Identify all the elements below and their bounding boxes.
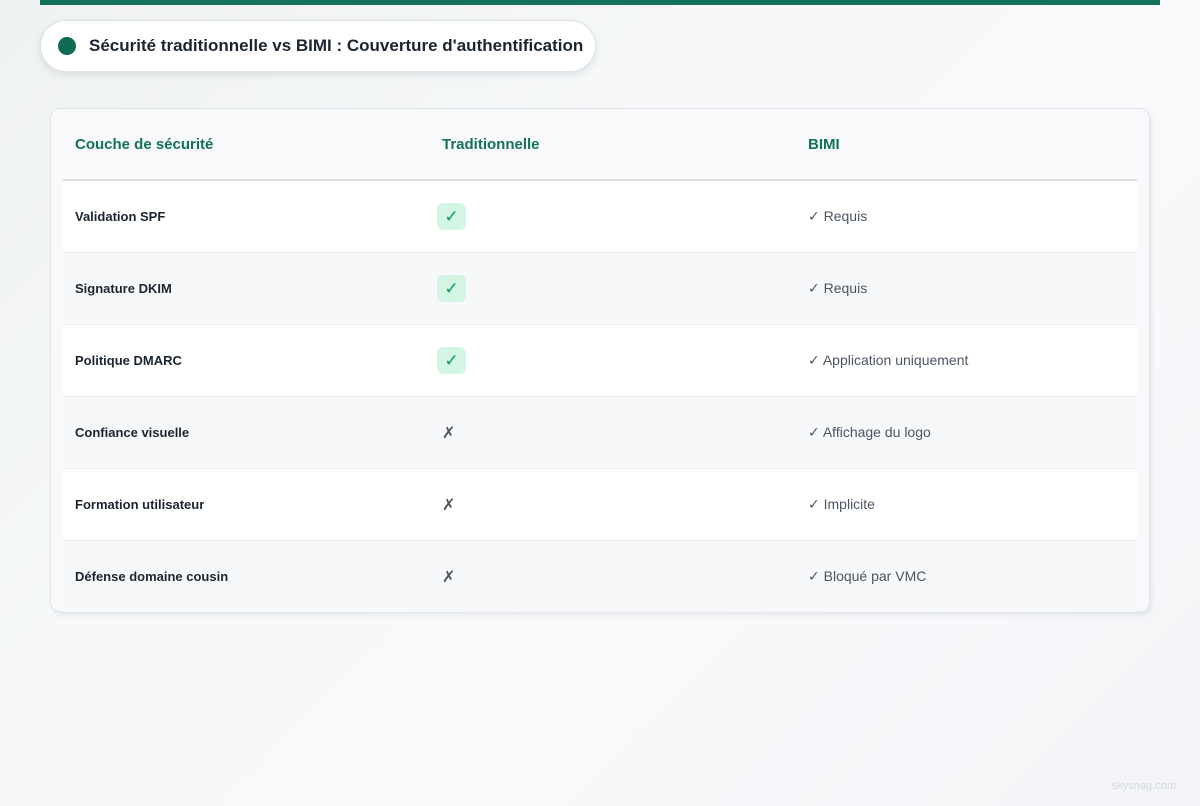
comparison-table: Couche de sécurité Traditionnelle BIMI V…: [50, 108, 1150, 612]
table-header-row: Couche de sécurité Traditionnelle BIMI: [63, 109, 1137, 181]
row-security-layer: Signature DKIM: [75, 281, 172, 296]
header-security-layer: Couche de sécurité: [75, 135, 214, 153]
row-bimi: ✓ Bloqué par VMC: [808, 568, 927, 584]
cross-icon: ✗: [442, 423, 456, 442]
status-dot-icon: [58, 37, 76, 55]
row-security-layer: Défense domaine cousin: [75, 569, 229, 584]
row-bimi: ✓ Application uniquement: [808, 352, 969, 368]
top-accent-bar: [40, 0, 1160, 5]
row-traditional: ✗: [430, 423, 797, 442]
row-security-layer: Formation utilisateur: [75, 497, 205, 512]
table-row: Confiance visuelle ✗ ✓ Affichage du logo: [63, 397, 1137, 469]
row-traditional: ✓: [430, 347, 797, 374]
watermark: skysnag.com: [1111, 780, 1176, 792]
table-row: Défense domaine cousin ✗ ✓ Bloqué par VM…: [63, 541, 1137, 612]
row-security-layer: Validation SPF: [75, 209, 166, 224]
row-traditional: ✗: [430, 495, 797, 514]
table-row: Signature DKIM ✓ ✓ Requis: [63, 253, 1137, 325]
cross-icon: ✗: [442, 567, 456, 586]
row-traditional: ✗: [430, 567, 797, 586]
check-icon: ✓: [437, 203, 466, 230]
row-bimi: ✓ Affichage du logo: [808, 424, 931, 440]
check-icon: ✓: [437, 275, 466, 302]
title-pill: Sécurité traditionnelle vs BIMI : Couver…: [40, 20, 596, 72]
row-traditional: ✓: [430, 203, 797, 230]
row-security-layer: Confiance visuelle: [75, 425, 190, 440]
table-row: Politique DMARC ✓ ✓ Application uniqueme…: [63, 325, 1137, 397]
header-traditional: Traditionnelle: [442, 135, 540, 153]
check-icon: ✓: [437, 347, 466, 374]
table-row: Validation SPF ✓ ✓ Requis: [63, 181, 1137, 253]
table-row: Formation utilisateur ✗ ✓ Implicite: [63, 469, 1137, 541]
row-bimi: ✓ Requis: [808, 208, 868, 224]
cross-icon: ✗: [442, 495, 456, 514]
row-bimi: ✓ Requis: [808, 280, 868, 296]
row-bimi: ✓ Implicite: [808, 496, 875, 512]
page-title: Sécurité traditionnelle vs BIMI : Couver…: [89, 36, 584, 55]
row-security-layer: Politique DMARC: [75, 353, 182, 368]
header-bimi: BIMI: [808, 135, 840, 153]
row-traditional: ✓: [430, 275, 797, 302]
